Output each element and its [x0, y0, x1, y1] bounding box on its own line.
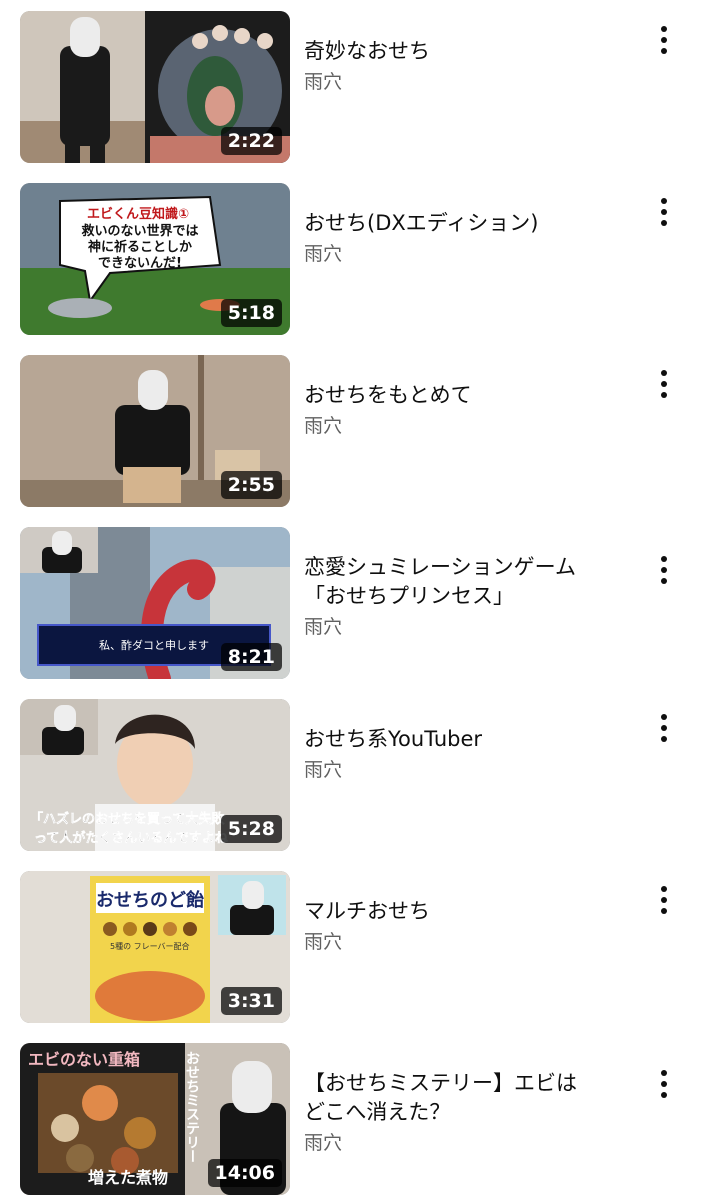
video-thumbnail[interactable]: 2:22	[20, 11, 290, 163]
video-duration: 8:21	[220, 643, 282, 671]
thumb-subtitle-line: 「ハズレのおせちを買って大失敗	[30, 811, 225, 827]
video-thumbnail[interactable]: 私、酢ダコと申します 8:21	[20, 527, 290, 679]
video-title[interactable]: 【おせちミステリー】エビは どこへ消えた？	[304, 1071, 577, 1124]
video-list: 2:22 奇妙なおせち 雨穴 エビくん豆知識① 救いのない世界では 神に祈ること…	[0, 0, 724, 1200]
thumb-overlay-bottom: 増えた煮物	[88, 1168, 168, 1187]
more-vert-icon[interactable]	[650, 192, 678, 232]
more-vert-icon[interactable]	[650, 550, 678, 590]
channel-name[interactable]: 雨穴	[304, 613, 634, 642]
channel-name[interactable]: 雨穴	[304, 68, 634, 97]
thumb-package-sub: 5種の フレーバー配合	[110, 941, 190, 951]
video-title-block[interactable]: マルチおせち 雨穴	[304, 868, 634, 986]
video-item[interactable]: エビくん豆知識① 救いのない世界では 神に祈ることしか できないんだ! 5:18…	[0, 172, 724, 344]
video-title[interactable]: おせち(DXエディション)	[304, 211, 538, 235]
channel-name[interactable]: 雨穴	[304, 928, 634, 957]
more-vert-icon[interactable]	[650, 20, 678, 60]
video-thumbnail[interactable]: 「ハズレのおせちを買って大失敗 って人がたくさんいるんですよね 5:28	[20, 699, 290, 851]
thumb-text-line: エビくん豆知識①	[87, 206, 189, 222]
channel-name[interactable]: 雨穴	[304, 240, 634, 269]
thumb-overlay-side: おせちミステリー	[184, 1051, 200, 1163]
video-title[interactable]: おせちをもとめて	[304, 383, 472, 407]
video-item[interactable]: 私、酢ダコと申します 8:21 恋愛シュミレーションゲーム 「おせちプリンセス」…	[0, 516, 724, 688]
video-title-block[interactable]: 【おせちミステリー】エビは どこへ消えた？ 雨穴	[304, 1040, 634, 1187]
video-duration: 14:06	[207, 1159, 282, 1187]
video-duration: 3:31	[220, 987, 282, 1015]
channel-name[interactable]: 雨穴	[304, 756, 634, 785]
video-item[interactable]: おせちのど飴 5種の フレーバー配合 3:31 マルチおせち 雨穴	[0, 860, 724, 1032]
thumb-overlay-top: エビのない重箱	[28, 1050, 140, 1069]
video-title-block[interactable]: 奇妙なおせち 雨穴	[304, 8, 634, 126]
video-thumbnail[interactable]: 2:55	[20, 355, 290, 507]
more-vert-icon[interactable]	[650, 880, 678, 920]
video-thumbnail[interactable]: エビのない重箱 増えた煮物 おせちミステリー 14:06	[20, 1043, 290, 1195]
video-title[interactable]: 恋愛シュミレーションゲーム 「おせちプリンセス」	[304, 555, 576, 608]
video-title-block[interactable]: 恋愛シュミレーションゲーム 「おせちプリンセス」 雨穴	[304, 524, 634, 671]
video-title[interactable]: マルチおせち	[304, 899, 430, 923]
video-title-block[interactable]: おせちをもとめて 雨穴	[304, 352, 634, 470]
channel-name[interactable]: 雨穴	[304, 412, 634, 441]
video-duration: 5:18	[220, 299, 282, 327]
video-item[interactable]: 2:22 奇妙なおせち 雨穴	[0, 0, 724, 172]
more-vert-icon[interactable]	[650, 708, 678, 748]
video-item[interactable]: エビのない重箱 増えた煮物 おせちミステリー 14:06 【おせちミステリー】エ…	[0, 1032, 724, 1204]
thumb-text-line: できないんだ!	[98, 256, 182, 271]
video-title-block[interactable]: おせち(DXエディション) 雨穴	[304, 180, 634, 298]
video-title-block[interactable]: おせち系YouTuber 雨穴	[304, 696, 634, 814]
video-title[interactable]: おせち系YouTuber	[304, 727, 482, 751]
video-duration: 5:28	[220, 815, 282, 843]
thumb-text-line: 救いのない世界では	[81, 223, 198, 239]
video-item[interactable]: 「ハズレのおせちを買って大失敗 って人がたくさんいるんですよね 5:28 おせち…	[0, 688, 724, 860]
video-duration: 2:55	[220, 471, 282, 499]
thumb-caption: 私、酢ダコと申します	[99, 638, 209, 652]
thumb-package-title: おせちのど飴	[96, 889, 204, 911]
thumb-subtitle-line: って人がたくさんいるんですよね	[34, 830, 228, 846]
video-thumbnail[interactable]: エビくん豆知識① 救いのない世界では 神に祈ることしか できないんだ! 5:18	[20, 183, 290, 335]
channel-name[interactable]: 雨穴	[304, 1129, 634, 1158]
video-title[interactable]: 奇妙なおせち	[304, 39, 430, 63]
more-vert-icon[interactable]	[650, 364, 678, 404]
thumb-text-line: 神に祈ることしか	[88, 239, 192, 255]
video-item[interactable]: 2:55 おせちをもとめて 雨穴	[0, 344, 724, 516]
video-thumbnail[interactable]: おせちのど飴 5種の フレーバー配合 3:31	[20, 871, 290, 1023]
video-duration: 2:22	[220, 127, 282, 155]
more-vert-icon[interactable]	[650, 1064, 678, 1104]
